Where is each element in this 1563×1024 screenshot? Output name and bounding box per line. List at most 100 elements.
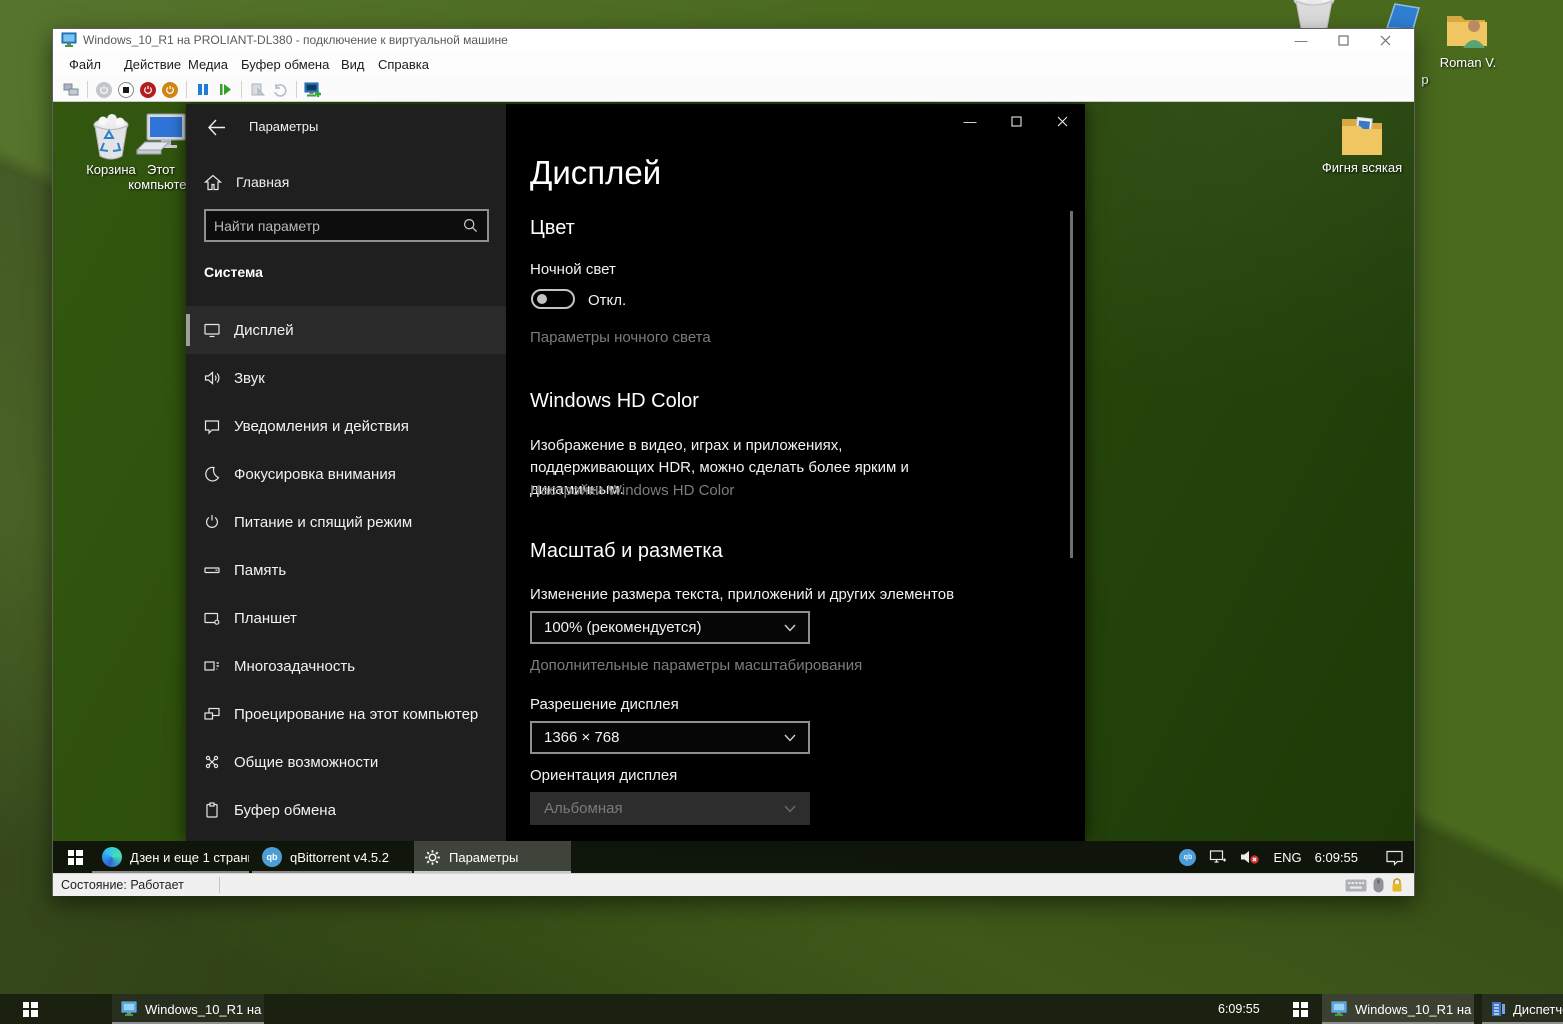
clipboard-icon [203,801,221,819]
sidebar-item-storage[interactable]: Память [186,546,506,594]
sidebar-item-label: Планшет [234,610,297,627]
shut-down-vm-button[interactable] [137,80,159,100]
resolution-label: Разрешение дисплея [530,696,679,713]
menu-clipboard[interactable]: Буфер обмена [241,57,329,72]
host-taskbar-vmconnect-button[interactable]: Windows_10_R1 на P... [112,994,264,1024]
language-indicator[interactable]: ENG [1273,850,1301,865]
search-input[interactable] [206,218,463,234]
menu-action[interactable]: Действие [124,57,181,72]
chevron-down-icon [784,734,796,742]
sidebar-item-notifications[interactable]: Уведомления и действия [186,402,506,450]
window-title: Windows_10_R1 на PROLIANT-DL380 - подклю… [83,33,508,47]
sidebar-item-display[interactable]: Дисплей [186,306,506,354]
blue-folder-icon [1383,2,1421,30]
save-vm-button[interactable] [159,80,181,100]
revert-button[interactable] [269,80,291,100]
scale-value: 100% (рекомендуется) [544,619,701,636]
network-icon[interactable] [1209,849,1227,865]
sidebar-item-tablet[interactable]: Планшет [186,594,506,642]
hdr-heading: Windows HD Color [530,390,699,413]
host-taskbar-task-manager-button[interactable]: Диспетчер [1482,994,1563,1024]
tablet-icon [203,609,221,627]
turn-off-vm-button[interactable] [115,80,137,100]
sidebar-item-label: Общие возможности [234,754,378,771]
back-button[interactable] [196,112,236,142]
menu-media[interactable]: Медиа [188,57,228,72]
night-light-toggle[interactable] [531,289,575,309]
advanced-scaling-link[interactable]: Дополнительные параметры масштабирования [530,657,862,674]
menu-file[interactable]: Файл [69,57,101,72]
vmconnect-toolbar [53,78,1414,102]
ctrl-alt-del-icon [63,82,80,97]
pause-vm-button[interactable] [192,80,214,100]
hyperv-icon [121,1001,138,1017]
vm-taskbar: Дзен и еще 1 страни... qb qBittorrent v4… [53,841,1414,873]
vm-status-text: Состояние: Работает [61,878,184,892]
vm-taskbar-qbittorrent-button[interactable]: qb qBittorrent v4.5.2 [252,841,412,873]
action-center-icon[interactable] [1385,849,1404,866]
host-icon-label-remnant: p [1417,72,1433,87]
vm-clock[interactable]: 6:09:55 [1315,850,1358,865]
resume-vm-button[interactable] [214,80,236,100]
vm-stuff-folder[interactable]: Фигня всякая [1318,112,1406,175]
host-start-button[interactable] [8,994,52,1024]
minimize-button[interactable]: — [1280,29,1322,51]
storage-icon [203,561,221,579]
settings-maximize-button[interactable] [993,104,1039,138]
vmconnect-titlebar[interactable]: Windows_10_R1 на PROLIANT-DL380 - подклю… [53,29,1414,51]
hyperv-window-icon [61,32,77,48]
sidebar-item-power-sleep[interactable]: Питание и спящий режим [186,498,506,546]
enhanced-session-button[interactable] [302,80,324,100]
menu-help[interactable]: Справка [378,57,429,72]
hdr-settings-link[interactable]: Настройки Windows HD Color [530,482,734,499]
home-label: Главная [236,174,289,190]
vm-taskbar-edge-button[interactable]: Дзен и еще 1 страни... [92,841,249,873]
settings-app-title: Параметры [249,119,318,134]
vm-taskbar-settings-button[interactable]: Параметры [414,841,571,873]
settings-close-button[interactable] [1039,104,1085,138]
checkpoint-button[interactable] [247,80,269,100]
qbittorrent-tray-icon[interactable]: qb [1179,849,1196,866]
sidebar-item-multitasking[interactable]: Многозадачность [186,642,506,690]
host-start-button-2[interactable] [1278,994,1322,1024]
color-heading: Цвет [530,217,575,240]
vm-start-button[interactable] [53,841,97,873]
ctrl-alt-del-button[interactable] [60,80,82,100]
sound-icon [203,369,221,387]
sidebar-item-focus-assist[interactable]: Фокусировка внимания [186,450,506,498]
home-icon [204,174,222,191]
maximize-button[interactable] [1322,29,1364,51]
volume-muted-icon[interactable] [1240,849,1260,865]
scale-dropdown[interactable]: 100% (рекомендуется) [530,611,810,644]
menu-view[interactable]: Вид [341,57,365,72]
pictures-folder-icon [1337,112,1387,158]
notifications-icon [203,417,221,435]
settings-minimize-button[interactable]: — [947,104,993,138]
power-icon [99,85,109,95]
sidebar-item-projecting[interactable]: Проецирование на этот компьютер [186,690,506,738]
start-vm-button[interactable] [93,80,115,100]
taskbar-button-label: Windows_10_R1 на P... [1355,1002,1474,1017]
resolution-dropdown[interactable]: 1366 × 768 [530,721,810,754]
close-icon [1380,35,1391,46]
host-partial-icon[interactable] [1383,2,1423,30]
sidebar-item-sound[interactable]: Звук [186,354,506,402]
status-separator [219,877,220,893]
sidebar-item-label: Звук [234,370,265,387]
host-clock[interactable]: 6:09:55 [1218,1002,1260,1016]
gear-icon [424,849,441,866]
settings-search[interactable] [204,209,489,242]
night-light-settings-link[interactable]: Параметры ночного света [530,329,711,346]
close-button[interactable] [1364,29,1406,51]
host-taskbar-vmconnect-button-2[interactable]: Windows_10_R1 на P... [1322,994,1474,1024]
vmconnect-status-bar: Состояние: Работает [53,873,1414,896]
host-roman-folder[interactable]: Roman V. [1436,8,1500,70]
scrollbar-thumb[interactable] [1070,211,1073,558]
vm-screen: Корзина Этот компьютер [53,102,1414,873]
display-icon [203,321,221,339]
chevron-down-icon [784,624,796,632]
focus-assist-icon [203,465,221,483]
sidebar-item-home[interactable]: Главная [186,164,506,200]
sidebar-item-clipboard[interactable]: Буфер обмена [186,786,506,834]
sidebar-item-shared-experiences[interactable]: Общие возможности [186,738,506,786]
